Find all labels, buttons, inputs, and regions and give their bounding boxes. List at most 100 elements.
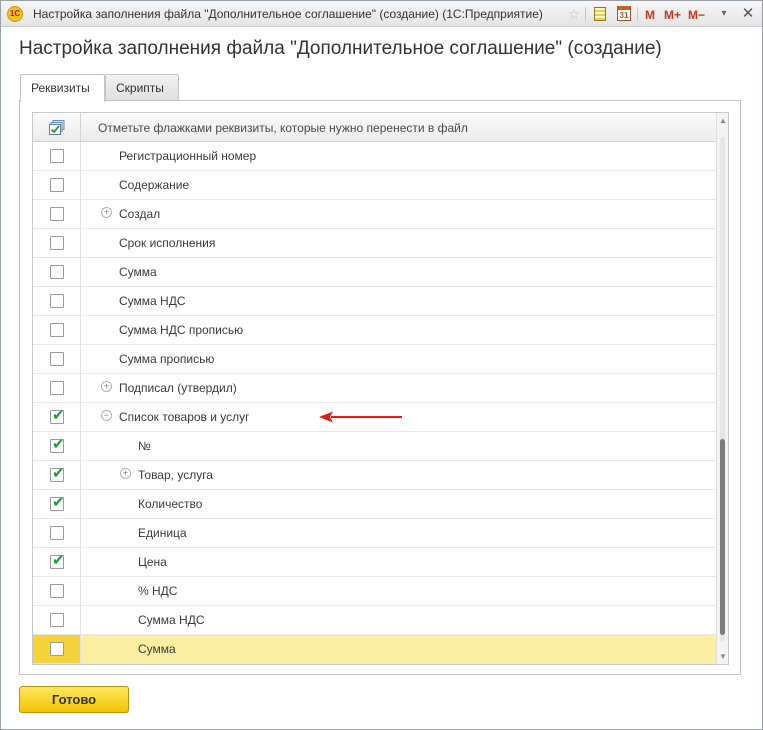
row-check-cell[interactable]: [33, 519, 81, 547]
checkmark-icon: ✔: [52, 407, 65, 424]
checkmark-icon: ✔: [52, 494, 65, 511]
done-button[interactable]: Готово: [19, 686, 129, 713]
row-checkbox[interactable]: [50, 323, 64, 337]
table-row[interactable]: Содержание: [33, 171, 716, 200]
expand-icon[interactable]: +: [101, 207, 112, 218]
table-row[interactable]: ✔ Количество: [33, 490, 716, 519]
row-label: Сумма: [138, 642, 176, 656]
header-check-column[interactable]: [33, 113, 81, 142]
1c-logo-icon[interactable]: 1С: [7, 6, 23, 22]
row-label: Срок исполнения: [119, 236, 216, 250]
scroll-down-icon[interactable]: ▼: [719, 652, 727, 661]
row-label: №: [138, 439, 151, 453]
table-row[interactable]: Сумма: [33, 635, 716, 664]
row-check-cell[interactable]: [33, 635, 81, 663]
row-check-cell[interactable]: ✔: [33, 490, 81, 518]
calendar-icon[interactable]: 31: [615, 5, 633, 23]
row-checkbox[interactable]: ✔: [50, 465, 65, 482]
checkmark-icon: ✔: [52, 465, 65, 482]
check-all-icon[interactable]: [49, 120, 65, 135]
row-checkbox[interactable]: ✔: [50, 494, 65, 511]
row-check-cell[interactable]: [33, 171, 81, 199]
row-check-cell[interactable]: ✔: [33, 548, 81, 576]
row-label: Сумма НДС: [119, 294, 186, 308]
row-check-cell[interactable]: [33, 229, 81, 257]
row-label: Сумма НДС прописью: [119, 323, 244, 337]
toolbar-separator: [585, 7, 586, 21]
table-row[interactable]: Срок исполнения: [33, 229, 716, 258]
table-row[interactable]: + Создал: [33, 200, 716, 229]
row-check-cell[interactable]: [33, 287, 81, 315]
row-check-cell[interactable]: [33, 374, 81, 402]
row-label: Список товаров и услуг: [119, 410, 250, 424]
expand-icon[interactable]: +: [101, 381, 112, 392]
row-checkbox[interactable]: [50, 265, 64, 279]
row-check-cell[interactable]: ✔: [33, 403, 81, 431]
table-header: Отметьте флажками реквизиты, которые нуж…: [33, 113, 716, 142]
row-checkbox[interactable]: [50, 149, 64, 163]
table-row[interactable]: Сумма НДС прописью: [33, 316, 716, 345]
table-row[interactable]: % НДС: [33, 577, 716, 606]
tab-scripts[interactable]: Скрипты: [105, 74, 179, 101]
table-row[interactable]: Единица: [33, 519, 716, 548]
row-label: Подписал (утвердил): [119, 381, 237, 395]
table-header-text: Отметьте флажками реквизиты, которые нуж…: [98, 121, 468, 135]
row-checkbox[interactable]: [50, 207, 64, 221]
row-label: Создал: [119, 207, 161, 221]
window-menu-icon[interactable]: ▾: [715, 5, 733, 23]
vertical-scrollbar[interactable]: ▲ ▼: [716, 113, 728, 664]
row-label: Содержание: [119, 178, 190, 192]
row-checkbox[interactable]: [50, 352, 64, 366]
row-checkbox[interactable]: ✔: [50, 436, 65, 453]
row-check-cell[interactable]: [33, 258, 81, 286]
row-check-cell[interactable]: [33, 142, 81, 170]
row-check-cell[interactable]: [33, 316, 81, 344]
checkmark-icon: ✔: [52, 436, 65, 453]
collapse-icon[interactable]: −: [101, 410, 112, 421]
row-checkbox[interactable]: [50, 381, 64, 395]
row-check-cell[interactable]: [33, 606, 81, 634]
row-label: Сумма НДС: [138, 613, 205, 627]
table-row[interactable]: Сумма НДС: [33, 606, 716, 635]
app-window: 1С Настройка заполнения файла "Дополните…: [0, 0, 763, 730]
row-check-cell[interactable]: ✔: [33, 432, 81, 460]
page-title: Настройка заполнения файла "Дополнительн…: [19, 38, 662, 59]
memory-m-button[interactable]: M: [645, 6, 655, 24]
table-row[interactable]: ✔ + Товар, услуга: [33, 461, 716, 490]
scroll-thumb[interactable]: [720, 439, 725, 635]
row-label: Регистрационный номер: [119, 149, 257, 163]
row-label: Сумма прописью: [119, 352, 215, 366]
row-checkbox[interactable]: ✔: [50, 552, 65, 569]
tab-requisites[interactable]: Реквизиты: [20, 74, 105, 102]
memory-plus-button[interactable]: M+: [664, 6, 681, 24]
table-row[interactable]: Сумма НДС: [33, 287, 716, 316]
table-row[interactable]: ✔ №: [33, 432, 716, 461]
row-checkbox[interactable]: ✔: [50, 407, 65, 424]
row-label: Цена: [138, 555, 167, 569]
row-check-cell[interactable]: [33, 345, 81, 373]
row-checkbox[interactable]: [50, 236, 64, 250]
table-row[interactable]: Регистрационный номер: [33, 142, 716, 171]
table-row[interactable]: + Подписал (утвердил): [33, 374, 716, 403]
row-checkbox[interactable]: [50, 526, 64, 540]
calculator-icon[interactable]: [591, 5, 609, 23]
row-checkbox[interactable]: [50, 613, 64, 627]
table-row[interactable]: Сумма прописью: [33, 345, 716, 374]
row-check-cell[interactable]: [33, 577, 81, 605]
row-label: Количество: [138, 497, 203, 511]
scroll-up-icon[interactable]: ▲: [719, 116, 727, 125]
memory-minus-button[interactable]: M−: [688, 6, 705, 24]
row-check-cell[interactable]: ✔: [33, 461, 81, 489]
expand-icon[interactable]: +: [120, 468, 131, 479]
row-checkbox[interactable]: [50, 584, 64, 598]
table-row[interactable]: ✔ Цена: [33, 548, 716, 577]
window-title: Настройка заполнения файла "Дополнительн…: [33, 7, 543, 21]
close-icon[interactable]: ✕: [739, 5, 757, 23]
row-checkbox[interactable]: [50, 178, 64, 192]
row-check-cell[interactable]: [33, 200, 81, 228]
favorite-star-icon[interactable]: ☆: [565, 5, 583, 23]
row-checkbox[interactable]: [50, 642, 64, 656]
row-checkbox[interactable]: [50, 294, 64, 308]
title-bar: 1С Настройка заполнения файла "Дополните…: [1, 1, 762, 27]
table-row[interactable]: Сумма: [33, 258, 716, 287]
